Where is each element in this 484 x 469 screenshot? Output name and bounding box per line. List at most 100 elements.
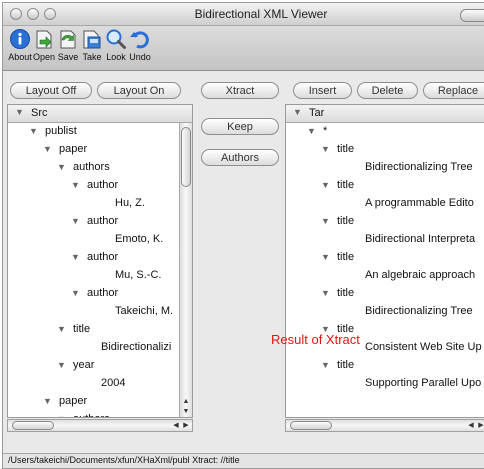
disclosure-triangle-icon[interactable]: ▼ [321,216,330,226]
save-icon [60,30,76,49]
scroll-up-arrow-icon[interactable]: ▲ [180,397,192,407]
src-tree-body: ▼ publist ▼ paper ▼ authors ▼ author Hu, Z. ▼ auth… [8,123,192,417]
status-xtract: Xtract: //title [192,455,240,465]
tree-row[interactable]: ▼ author [8,285,192,303]
scroll-left-arrow-icon[interactable]: ◀ [466,420,476,431]
tree-node-label: publist [45,125,77,137]
xtract-button[interactable]: Xtract [201,82,279,99]
tar-tree-pane: ▼ Tar ▼ * ▼ title Bidirectionalizing Tree ▼ ti… [285,104,484,418]
authors-button[interactable]: Authors [201,149,279,166]
tree-row[interactable]: ▼ title [286,213,484,231]
tree-node-label: author [87,287,119,299]
tree-row[interactable]: 2004 [8,375,192,393]
tree-row[interactable]: Bidirectionalizing Tree [286,303,484,321]
tree-row[interactable]: ▼ publist [8,123,192,141]
tree-row[interactable]: Hu, Z. [8,195,192,213]
info-icon [10,29,30,49]
src-hscroll-thumb[interactable] [12,421,54,430]
tree-node-label: title [337,179,355,191]
main-content: Layout Off Layout On Xtract Keep Authors… [3,71,484,454]
tree-row[interactable]: ▼ author [8,213,192,231]
src-horizontal-scrollbar[interactable]: ◀ ▶ [7,419,193,432]
tree-row[interactable]: Bidirectional Interpreta [286,231,484,249]
tree-node-label: title [337,215,355,227]
disclosure-triangle-icon[interactable]: ▼ [321,144,330,154]
tree-row[interactable]: ▼ title [286,357,484,375]
toolbar-toggle-button[interactable] [460,9,484,22]
tree-row[interactable]: ▼ authors [8,159,192,177]
disclosure-triangle-icon[interactable]: ▼ [321,288,330,298]
title-bar: Bidirectional XML Viewer [3,3,484,26]
tree-row[interactable]: Bidirectionalizing Tree [286,159,484,177]
disclosure-triangle-icon[interactable]: ▼ [57,162,66,172]
layout-off-button[interactable]: Layout Off [10,82,92,99]
disclosure-triangle-icon[interactable]: ▼ [43,396,52,406]
disclosure-triangle-icon[interactable]: ▼ [321,180,330,190]
replace-button[interactable]: Replace [423,82,484,99]
tree-row[interactable]: ▼ title [8,321,192,339]
tree-row[interactable]: A programmable Edito [286,195,484,213]
disclosure-triangle-icon[interactable]: ▼ [57,360,66,370]
tree-row[interactable]: ▼ author [8,177,192,195]
tree-node-label: * [323,125,328,137]
tree-node-label: authors [73,413,110,417]
tree-node-label: title [73,323,91,335]
tree-row[interactable]: ▼ title [286,285,484,303]
disclosure-triangle-icon[interactable]: ▼ [71,216,80,226]
keep-button[interactable]: Keep [201,118,279,135]
src-vertical-scrollbar[interactable]: ▲ ▼ [179,123,192,417]
tree-row[interactable]: ▼ authors [8,411,192,417]
disclosure-triangle-icon[interactable]: ▼ [71,252,80,262]
disclosure-triangle-icon[interactable]: ▼ [57,324,66,334]
tar-tree-header-label: Tar [309,107,325,119]
scroll-right-arrow-icon[interactable]: ▶ [476,420,484,431]
result-annotation: Result of Xtract [271,332,360,347]
tree-row[interactable]: Takeichi, M. [8,303,192,321]
tree-row[interactable]: An algebraic approach [286,267,484,285]
disclosure-triangle-icon[interactable]: ▼ [57,414,66,417]
tar-tree-header[interactable]: ▼ Tar [286,105,484,123]
tree-node-label: Bidirectionalizing Tree [365,161,473,173]
layout-on-button[interactable]: Layout On [97,82,181,99]
tree-row[interactable]: ▼ author [8,249,192,267]
scroll-right-arrow-icon[interactable]: ▶ [181,420,191,431]
disclosure-triangle-icon[interactable]: ▼ [29,126,38,136]
insert-button[interactable]: Insert [293,82,352,99]
src-tree-header[interactable]: ▼ Src [8,105,192,123]
undo-button[interactable]: Undo [127,28,153,62]
disclosure-triangle-icon[interactable]: ▼ [307,126,316,136]
tar-horizontal-scrollbar[interactable]: ◀ ▶ [285,419,484,432]
tree-node-label: author [87,251,119,263]
tar-hscroll-thumb[interactable] [290,421,332,430]
tree-node-label: year [73,359,95,371]
disclosure-triangle-icon: ▼ [293,107,302,117]
disclosure-triangle-icon[interactable]: ▼ [43,144,52,154]
disclosure-triangle-icon: ▼ [15,107,24,117]
tree-node-label: Bidirectionalizi [101,341,172,353]
tree-row[interactable]: Bidirectionalizi [8,339,192,357]
tree-row[interactable]: ▼ title [286,141,484,159]
scroll-left-arrow-icon[interactable]: ◀ [171,420,181,431]
disclosure-triangle-icon[interactable]: ▼ [321,360,330,370]
disclosure-triangle-icon[interactable]: ▼ [71,180,80,190]
tree-row[interactable]: ▼ paper [8,141,192,159]
tree-node-label: An algebraic approach [365,269,476,281]
disclosure-triangle-icon[interactable]: ▼ [321,252,330,262]
disclosure-triangle-icon[interactable]: ▼ [71,288,80,298]
tree-row[interactable]: Supporting Parallel Upo [286,375,484,393]
tree-row[interactable]: ▼ * [286,123,484,141]
src-tree-header-label: Src [31,107,48,119]
tree-row[interactable]: ▼ year [8,357,192,375]
tree-row[interactable]: ▼ title [286,249,484,267]
tree-row[interactable]: ▼ title [286,177,484,195]
tree-node-label: paper [59,395,88,407]
tar-tree-body: ▼ * ▼ title Bidirectionalizing Tree ▼ title A p… [286,123,484,417]
tree-row[interactable]: Emoto, K. [8,231,192,249]
tree-node-label: Emoto, K. [115,233,164,245]
tree-row[interactable]: ▼ paper [8,393,192,411]
scroll-down-arrow-icon[interactable]: ▼ [180,407,192,417]
tree-node-label: Supporting Parallel Upo [365,377,482,389]
tree-row[interactable]: Mu, S.-C. [8,267,192,285]
delete-button[interactable]: Delete [357,82,418,99]
src-scroll-thumb[interactable] [181,127,191,187]
